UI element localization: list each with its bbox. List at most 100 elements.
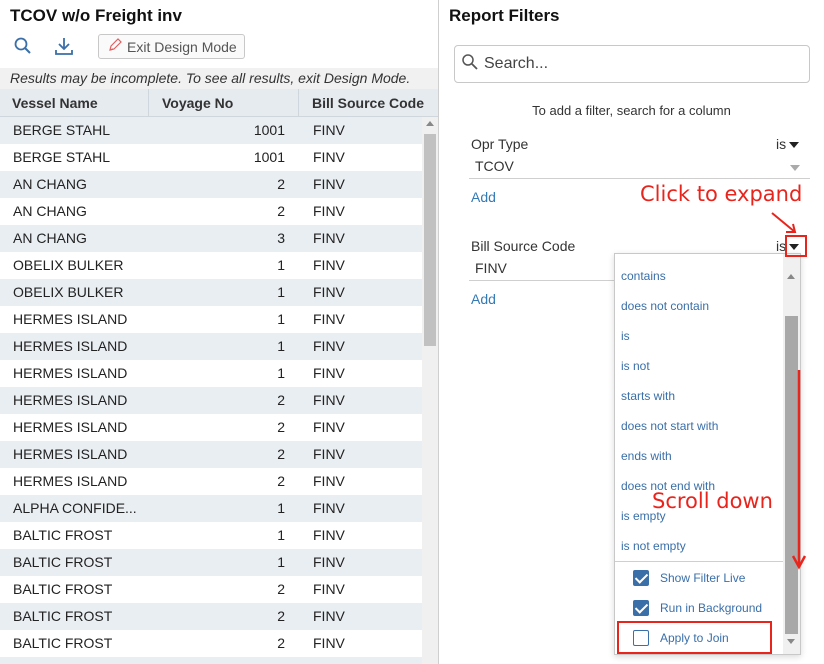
operator-option-contains[interactable]: contains (621, 269, 666, 283)
cell-bill-source-code: FINV (313, 419, 345, 435)
download-icon[interactable] (52, 34, 76, 58)
dropdown-scrollbar[interactable] (783, 254, 800, 654)
cell-bill-source-code: FINV (313, 473, 345, 489)
run-in-background-label[interactable]: Run in Background (660, 601, 762, 615)
cell-voyage-no: 2 (277, 176, 285, 192)
filter-search-input[interactable]: Search... (454, 45, 810, 83)
cell-bill-source-code: FINV (313, 446, 345, 462)
grid-scrollbar[interactable] (422, 117, 438, 664)
report-title: TCOV w/o Freight inv (10, 6, 182, 25)
operator-option-starts-with[interactable]: starts with (621, 389, 675, 403)
search-placeholder: Search... (484, 55, 549, 72)
cell-bill-source-code: FINV (313, 338, 345, 354)
dropdown-scrollbar-thumb[interactable] (785, 316, 798, 634)
show-filter-live-label[interactable]: Show Filter Live (660, 571, 745, 585)
add-filter-value-link[interactable]: Add (471, 291, 496, 307)
table-row[interactable]: BALTIC FROST 1 FINV (0, 549, 422, 576)
filter-label-opr-type: Opr Type (471, 136, 529, 152)
operator-option-does-not-contain[interactable]: does not contain (621, 299, 709, 313)
cell-vessel-name: HERMES ISLAND (13, 446, 128, 462)
table-row[interactable]: HERMES ISLAND 1 FINV (0, 360, 422, 387)
cell-voyage-no: 2 (277, 473, 285, 489)
table-row[interactable]: BALTIC FROST 2 FINV (0, 576, 422, 603)
cell-voyage-no: 2 (277, 446, 285, 462)
column-divider[interactable] (148, 89, 149, 117)
cell-bill-source-code: FINV (313, 149, 345, 165)
add-filter-value-link[interactable]: Add (471, 189, 496, 205)
table-row[interactable]: ALPHA CONFIDE... 1 FINV (0, 495, 422, 522)
cell-vessel-name: HERMES ISLAND (13, 473, 128, 489)
grid-header: Vessel Name Voyage No Bill Source Code (0, 89, 438, 117)
filter-operator-opr-type[interactable]: is (776, 136, 800, 152)
operator-dropdown-menu: contains does not contain is is not star… (614, 253, 801, 655)
table-row[interactable]: HERMES ISLAND 2 FINV (0, 468, 422, 495)
cell-bill-source-code: FINV (313, 311, 345, 327)
filter-divider (469, 178, 810, 179)
exit-design-mode-button[interactable]: Exit Design Mode (98, 34, 245, 59)
column-divider[interactable] (298, 89, 299, 117)
table-row[interactable] (0, 657, 422, 664)
annotation-highlight-box (617, 621, 772, 654)
cell-vessel-name: OBELIX BULKER (13, 257, 124, 273)
cell-vessel-name: BALTIC FROST (13, 635, 113, 651)
cell-bill-source-code: FINV (313, 230, 345, 246)
show-filter-live-checkbox[interactable] (633, 570, 649, 586)
cell-bill-source-code: FINV (313, 122, 345, 138)
table-row[interactable]: AN CHANG 2 FINV (0, 171, 422, 198)
exit-design-mode-label: Exit Design Mode (127, 38, 237, 55)
search-icon[interactable] (11, 34, 35, 58)
table-row[interactable]: HERMES ISLAND 2 FINV (0, 441, 422, 468)
cell-voyage-no: 1 (277, 257, 285, 273)
cell-vessel-name: AN CHANG (13, 203, 87, 219)
search-icon (461, 53, 479, 76)
filter-value-opr-type[interactable]: TCOV (475, 158, 514, 174)
cell-voyage-no: 3 (277, 230, 285, 246)
chevron-down-icon[interactable] (790, 165, 800, 171)
cell-bill-source-code: FINV (313, 176, 345, 192)
cell-vessel-name: BALTIC FROST (13, 554, 113, 570)
table-row[interactable]: AN CHANG 3 FINV (0, 225, 422, 252)
table-row[interactable]: BERGE STAHL 1001 FINV (0, 144, 422, 171)
table-row[interactable]: BERGE STAHL 1001 FINV (0, 117, 422, 144)
cell-vessel-name: HERMES ISLAND (13, 311, 128, 327)
scroll-up-arrow-icon[interactable] (787, 274, 795, 279)
annotation-click-to-expand: Click to expand (640, 182, 803, 206)
table-row[interactable]: BALTIC FROST 2 FINV (0, 603, 422, 630)
caret-down-icon (789, 142, 800, 149)
cell-bill-source-code: FINV (313, 365, 345, 381)
scrollbar-thumb[interactable] (424, 134, 436, 346)
table-row[interactable]: OBELIX BULKER 1 FINV (0, 279, 422, 306)
scroll-up-arrow-icon[interactable] (426, 121, 434, 126)
cell-vessel-name: BALTIC FROST (13, 527, 113, 543)
design-mode-notice: Results may be incomplete. To see all re… (0, 68, 438, 89)
table-row[interactable]: HERMES ISLAND 1 FINV (0, 333, 422, 360)
filter-value-bill-source-code[interactable]: FINV (475, 260, 507, 276)
column-header-voyage-no[interactable]: Voyage No (162, 95, 233, 111)
table-row[interactable]: AN CHANG 2 FINV (0, 198, 422, 225)
column-header-bill-source-code[interactable]: Bill Source Code (312, 95, 424, 111)
cell-vessel-name: HERMES ISLAND (13, 365, 128, 381)
table-row[interactable]: OBELIX BULKER 1 FINV (0, 252, 422, 279)
table-row[interactable]: BALTIC FROST 2 FINV (0, 630, 422, 657)
table-row[interactable]: HERMES ISLAND 2 FINV (0, 414, 422, 441)
operator-option-ends-with[interactable]: ends with (621, 449, 672, 463)
annotation-scroll-down: Scroll down (652, 489, 773, 513)
operator-option-does-not-start-with[interactable]: does not start with (621, 419, 718, 433)
column-header-vessel-name[interactable]: Vessel Name (12, 95, 98, 111)
cell-voyage-no: 1 (277, 365, 285, 381)
report-grid-panel: TCOV w/o Freight inv Exit Design Mode Re… (0, 0, 439, 664)
table-row[interactable]: BALTIC FROST 1 FINV (0, 522, 422, 549)
table-row[interactable]: HERMES ISLAND 1 FINV (0, 306, 422, 333)
operator-option-is-not-empty[interactable]: is not empty (621, 539, 686, 553)
cell-voyage-no: 1 (277, 500, 285, 516)
cell-vessel-name: BERGE STAHL (13, 122, 110, 138)
cell-voyage-no: 1 (277, 527, 285, 543)
table-row[interactable]: HERMES ISLAND 2 FINV (0, 387, 422, 414)
operator-option-is[interactable]: is (621, 329, 630, 343)
run-in-background-checkbox[interactable] (633, 600, 649, 616)
scroll-down-arrow-icon[interactable] (787, 639, 795, 644)
operator-option-is-not[interactable]: is not (621, 359, 650, 373)
cell-bill-source-code: FINV (313, 635, 345, 651)
cell-vessel-name: AN CHANG (13, 230, 87, 246)
cell-voyage-no: 1 (277, 311, 285, 327)
